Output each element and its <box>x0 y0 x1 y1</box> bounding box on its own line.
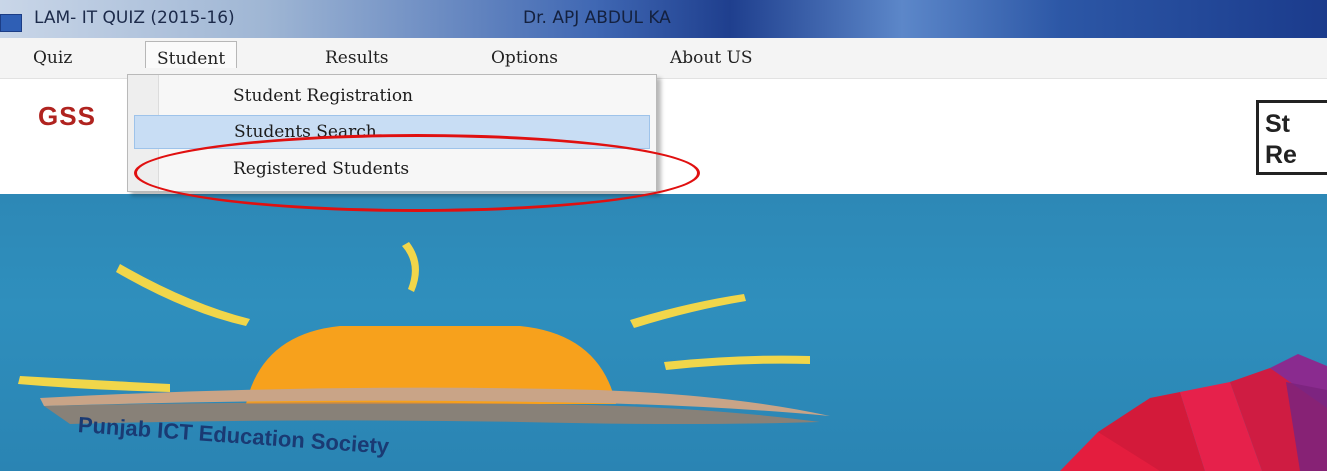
app-icon <box>0 14 22 32</box>
menu-item-student-registration[interactable]: Student Registration <box>134 79 650 113</box>
sun-ray <box>402 242 419 292</box>
sun-ray <box>664 355 810 370</box>
menu-item-students-search[interactable]: Students Search <box>134 115 650 149</box>
banner: Punjab ICT Education Society <box>0 194 1327 471</box>
sun-ray <box>18 376 170 392</box>
decorative-letters <box>1060 354 1327 471</box>
menu-results[interactable]: Results <box>325 48 389 68</box>
menu-about-us[interactable]: About US <box>670 48 753 68</box>
menu-student[interactable]: Student <box>145 41 238 69</box>
menu-item-registered-students[interactable]: Registered Students <box>134 152 650 186</box>
school-abbrev: GSS <box>38 101 96 131</box>
window-title-extra: Dr. APJ ABDUL KA <box>523 8 671 28</box>
menu-quiz[interactable]: Quiz <box>33 48 72 68</box>
right-info-box: St Re <box>1256 100 1327 175</box>
title-bar: LAM- IT QUIZ (2015-16) Dr. APJ ABDUL KA <box>0 0 1327 38</box>
student-dropdown-menu: Student Registration Students Search Reg… <box>127 74 657 192</box>
right-box-line-2: Re <box>1265 141 1297 169</box>
sun-ray <box>630 294 746 328</box>
right-box-line-1: St <box>1265 110 1290 138</box>
sun-ray <box>116 264 250 326</box>
menu-options[interactable]: Options <box>491 48 558 68</box>
window-title: LAM- IT QUIZ (2015-16) <box>34 8 235 28</box>
menu-bar: Quiz Student Results Options About US <box>0 38 1327 79</box>
